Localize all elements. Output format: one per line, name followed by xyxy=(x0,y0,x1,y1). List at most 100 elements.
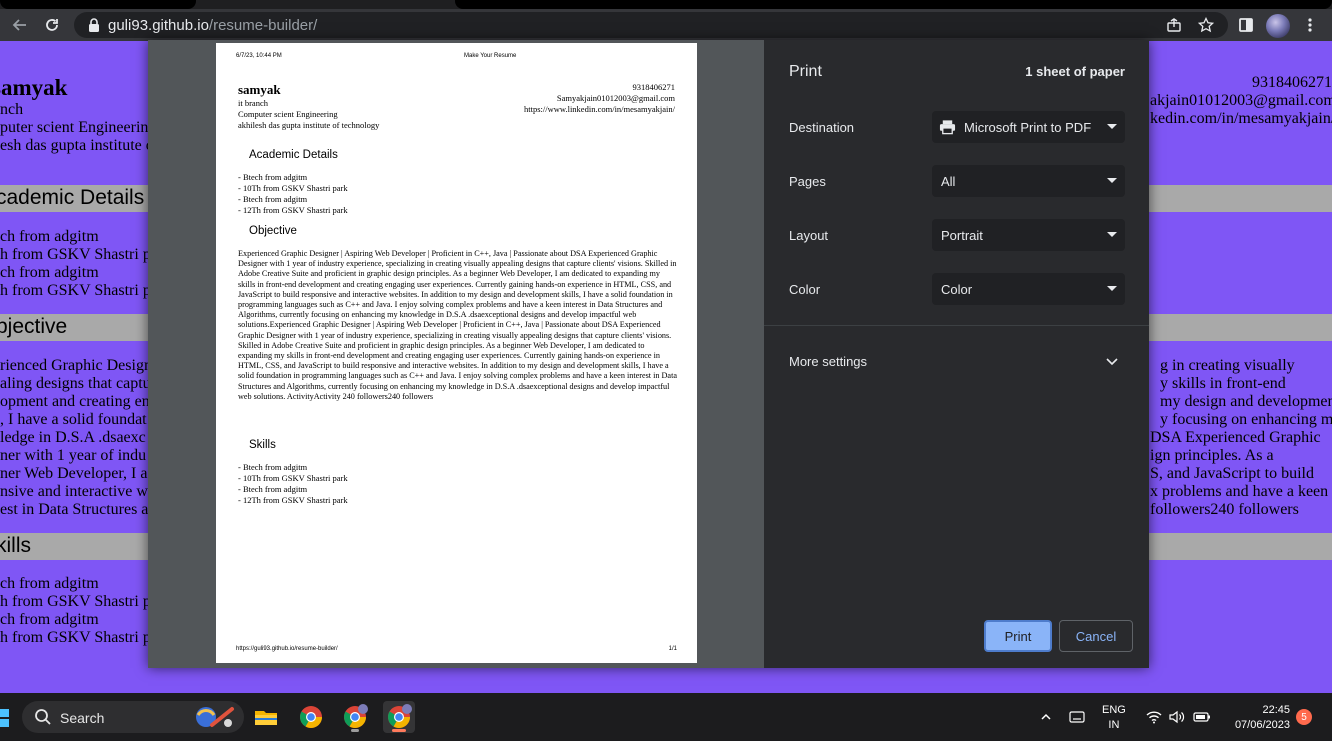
bg-skills-line: h from GSKV Shastri p xyxy=(0,629,151,646)
preview-footer-url: https://guli93.github.io/resume-builder/ xyxy=(236,646,338,652)
bg-skills-heading: kills xyxy=(0,534,31,557)
language-primary: ENG xyxy=(1102,704,1126,716)
resume-academic-item: - 10Th from GSKV Shastri park xyxy=(238,183,348,193)
sheet-count: 1 sheet of paper xyxy=(1025,64,1125,79)
battery-icon[interactable] xyxy=(1191,706,1213,728)
cancel-button[interactable]: Cancel xyxy=(1059,620,1133,652)
url-text[interactable]: guli93.github.io/resume-builder/ xyxy=(108,17,317,34)
print-dialog: 6/7/23, 10:44 PM Make Your Resume samyak… xyxy=(148,40,1149,668)
speaker-icon[interactable] xyxy=(1166,706,1188,728)
bg-objective-left-line: rienced Graphic Design xyxy=(0,357,152,374)
search-label: Search xyxy=(60,710,105,726)
chevron-down-icon xyxy=(1107,178,1117,183)
settings-divider xyxy=(764,325,1149,326)
resume-institute: akhilesh das gupta institute of technolo… xyxy=(238,120,380,130)
preview-sheet: 6/7/23, 10:44 PM Make Your Resume samyak… xyxy=(216,43,697,663)
bg-objective-left-line: ledge in D.S.A .dsaexc xyxy=(0,429,146,446)
chrome-profile-app[interactable] xyxy=(339,701,371,733)
resume-academic-item: - Btech from adgitm xyxy=(238,172,308,182)
color-label: Color xyxy=(789,282,821,297)
resume-skills-item: - 12Th from GSKV Shastri park xyxy=(238,495,348,505)
bg-objective-right-line: DSA Experienced Graphic xyxy=(1150,429,1321,446)
resume-academic-heading: Academic Details xyxy=(249,149,338,161)
language-secondary: IN xyxy=(1108,719,1120,731)
chevron-up-icon[interactable] xyxy=(1035,706,1057,728)
bg-left-line: esh das gupta institute o xyxy=(0,137,154,154)
share-icon[interactable] xyxy=(1164,15,1184,35)
search-icon xyxy=(35,709,51,725)
system-clock[interactable]: 22:45 07/06/2023 xyxy=(1222,703,1290,733)
more-settings-label: More settings xyxy=(789,354,868,369)
resume-academic-item: - Btech from adgitm xyxy=(238,194,308,204)
chrome-app[interactable] xyxy=(295,701,327,733)
bookmark-star-icon[interactable] xyxy=(1196,15,1216,35)
bg-objective-heading: bjective xyxy=(0,315,68,338)
resume-skills-item: - Btech from adgitm xyxy=(238,462,308,472)
url-path: /resume-builder/ xyxy=(208,17,318,34)
pages-label: Pages xyxy=(789,174,826,189)
resume-skills-item: - Btech from adgitm xyxy=(238,484,308,494)
browser-tab[interactable] xyxy=(455,0,1332,9)
bg-academic-line: ch from adgitm xyxy=(0,228,99,245)
bg-objective-right-line: my design and development xyxy=(1160,393,1332,410)
resume-email: Samyakjain01012003@gmail.com xyxy=(556,93,675,103)
print-button[interactable]: Print xyxy=(984,620,1052,652)
chevron-down-icon xyxy=(1107,232,1117,237)
resume-objective-heading: Objective xyxy=(249,225,297,237)
search-highlight-icon xyxy=(196,707,234,727)
pages-value: All xyxy=(941,174,956,189)
notification-badge[interactable]: 5 xyxy=(1296,709,1312,725)
printer-icon xyxy=(939,120,956,135)
destination-select[interactable]: Microsoft Print to PDF xyxy=(932,111,1125,143)
tab-strip xyxy=(0,0,1332,9)
bg-objective-left-line: aling designs that captu xyxy=(0,375,151,392)
resume-objective-text: Experienced Graphic Designer | Aspiring … xyxy=(238,249,677,401)
bg-right-line: 9318406271 xyxy=(1252,74,1332,91)
preview-header-date: 6/7/23, 10:44 PM xyxy=(236,53,282,59)
bg-objective-right-line: y focusing on enhancing my xyxy=(1160,411,1332,428)
address-bar[interactable]: guli93.github.io/resume-builder/ xyxy=(74,12,1228,38)
bg-objective-left-line: ner Web Developer, I a xyxy=(0,465,148,482)
resume-branch: it branch xyxy=(238,98,268,108)
wifi-icon[interactable] xyxy=(1143,706,1165,728)
bg-objective-right-line: g in creating visually xyxy=(1160,357,1295,374)
bg-objective-left-line: nsive and interactive w xyxy=(0,483,148,500)
more-settings-toggle[interactable]: More settings xyxy=(764,345,1149,377)
bg-right-line: akjain01012003@gmail.com xyxy=(1150,92,1332,109)
back-arrow-icon[interactable] xyxy=(8,13,32,37)
color-select[interactable]: Color xyxy=(932,273,1125,305)
running-indicator xyxy=(392,729,406,732)
keyboard-icon[interactable] xyxy=(1066,706,1088,728)
preview-header-title: Make Your Resume xyxy=(464,53,517,59)
bg-name: samyak xyxy=(0,75,68,100)
taskbar-search-box[interactable]: Search xyxy=(22,701,244,733)
file-explorer-app[interactable] xyxy=(250,701,282,733)
bg-academic-line: h from GSKV Shastri p xyxy=(0,246,151,263)
print-preview-area[interactable]: 6/7/23, 10:44 PM Make Your Resume samyak… xyxy=(148,40,764,668)
clock-time: 22:45 xyxy=(1262,704,1290,716)
clock-date: 07/06/2023 xyxy=(1234,719,1290,731)
reload-icon[interactable] xyxy=(40,13,64,37)
bg-objective-right-line: ign principles. As a xyxy=(1150,447,1274,464)
bg-left-line: nch xyxy=(0,101,24,118)
bg-objective-left-line: opment and creating en xyxy=(0,393,150,410)
file-explorer-icon xyxy=(255,711,277,725)
resume-skills-heading: Skills xyxy=(249,439,276,451)
windows-taskbar: Search ENG IN 22:45 07/06/2023 5 xyxy=(0,693,1332,741)
resume-name: samyak xyxy=(238,82,281,97)
browser-toolbar: guli93.github.io/resume-builder/ xyxy=(0,9,1332,41)
layout-value: Portrait xyxy=(941,228,983,243)
pages-select[interactable]: All xyxy=(932,165,1125,197)
side-panel-icon[interactable] xyxy=(1234,13,1258,37)
layout-select[interactable]: Portrait xyxy=(932,219,1125,251)
profile-avatar-icon[interactable] xyxy=(1266,14,1290,38)
windows-start-icon[interactable] xyxy=(0,709,10,727)
lock-icon[interactable] xyxy=(86,17,102,33)
chrome-profile-app-active[interactable] xyxy=(383,701,415,733)
layout-label: Layout xyxy=(789,228,829,243)
kebab-menu-icon[interactable] xyxy=(1298,13,1322,37)
color-value: Color xyxy=(941,282,973,297)
language-indicator[interactable]: ENG IN xyxy=(1102,703,1126,733)
browser-tab[interactable] xyxy=(0,0,196,9)
bg-objective-right-line: S, and JavaScript to build xyxy=(1150,465,1314,482)
